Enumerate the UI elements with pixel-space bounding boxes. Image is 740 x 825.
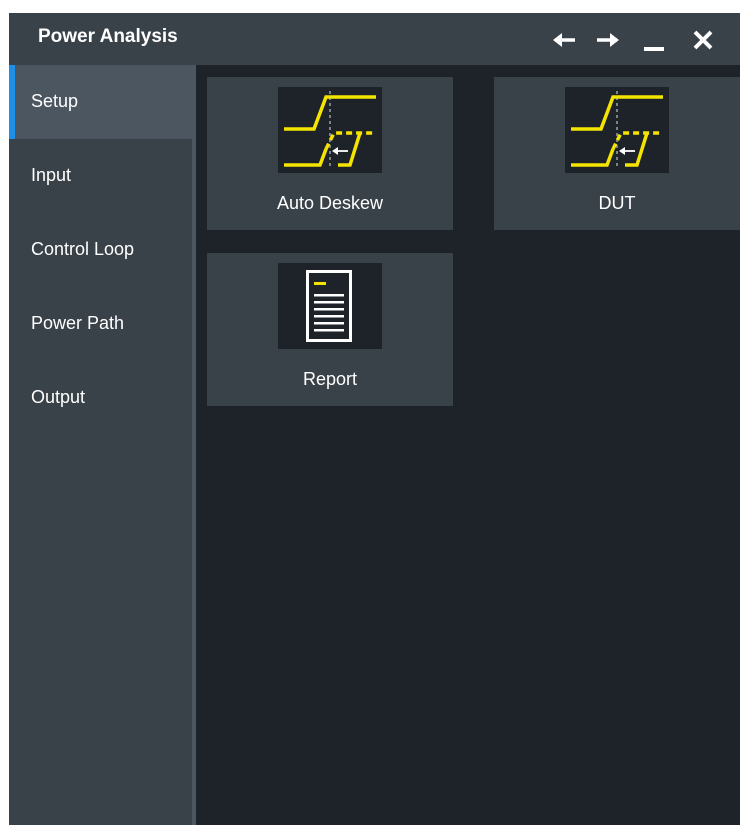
sidebar: Setup Input Control Loop Power Path Outp… xyxy=(9,65,192,825)
sidebar-item-label: Power Path xyxy=(31,313,125,333)
tile-label: Report xyxy=(302,369,358,389)
sidebar-item-power-path[interactable]: Power Path xyxy=(9,287,192,361)
auto-deskew-button[interactable]: Auto Deskew xyxy=(207,77,453,230)
sidebar-item-control-loop[interactable]: Control Loop xyxy=(9,213,192,287)
deskew-waveform-icon xyxy=(565,87,669,173)
tile-label: DUT xyxy=(598,193,636,213)
sidebar-item-label: Setup xyxy=(31,91,79,111)
sidebar-item-output[interactable]: Output xyxy=(9,361,192,435)
close-icon[interactable] xyxy=(689,26,719,54)
deskew-waveform-icon xyxy=(278,87,382,173)
sidebar-item-setup[interactable]: Setup xyxy=(9,65,192,139)
arrow-left-icon[interactable] xyxy=(549,26,579,54)
power-analysis-window: Power Analysis Setup Input Control Loop xyxy=(9,13,740,825)
minimize-icon[interactable] xyxy=(640,26,670,54)
tile-label: Auto Deskew xyxy=(276,193,384,213)
active-indicator xyxy=(9,65,15,139)
arrow-right-icon[interactable] xyxy=(593,26,623,54)
report-button[interactable]: Report xyxy=(207,253,453,406)
content-area: Auto Deskew DUT Report xyxy=(196,65,740,825)
sidebar-item-label: Input xyxy=(31,165,72,185)
dut-button[interactable]: DUT xyxy=(494,77,740,230)
title-bar: Power Analysis xyxy=(9,13,740,65)
sidebar-item-label: Output xyxy=(31,387,86,407)
sidebar-item-label: Control Loop xyxy=(31,239,135,259)
report-document-icon xyxy=(278,263,382,349)
window-title: Power Analysis xyxy=(38,26,178,47)
sidebar-item-input[interactable]: Input xyxy=(9,139,192,213)
